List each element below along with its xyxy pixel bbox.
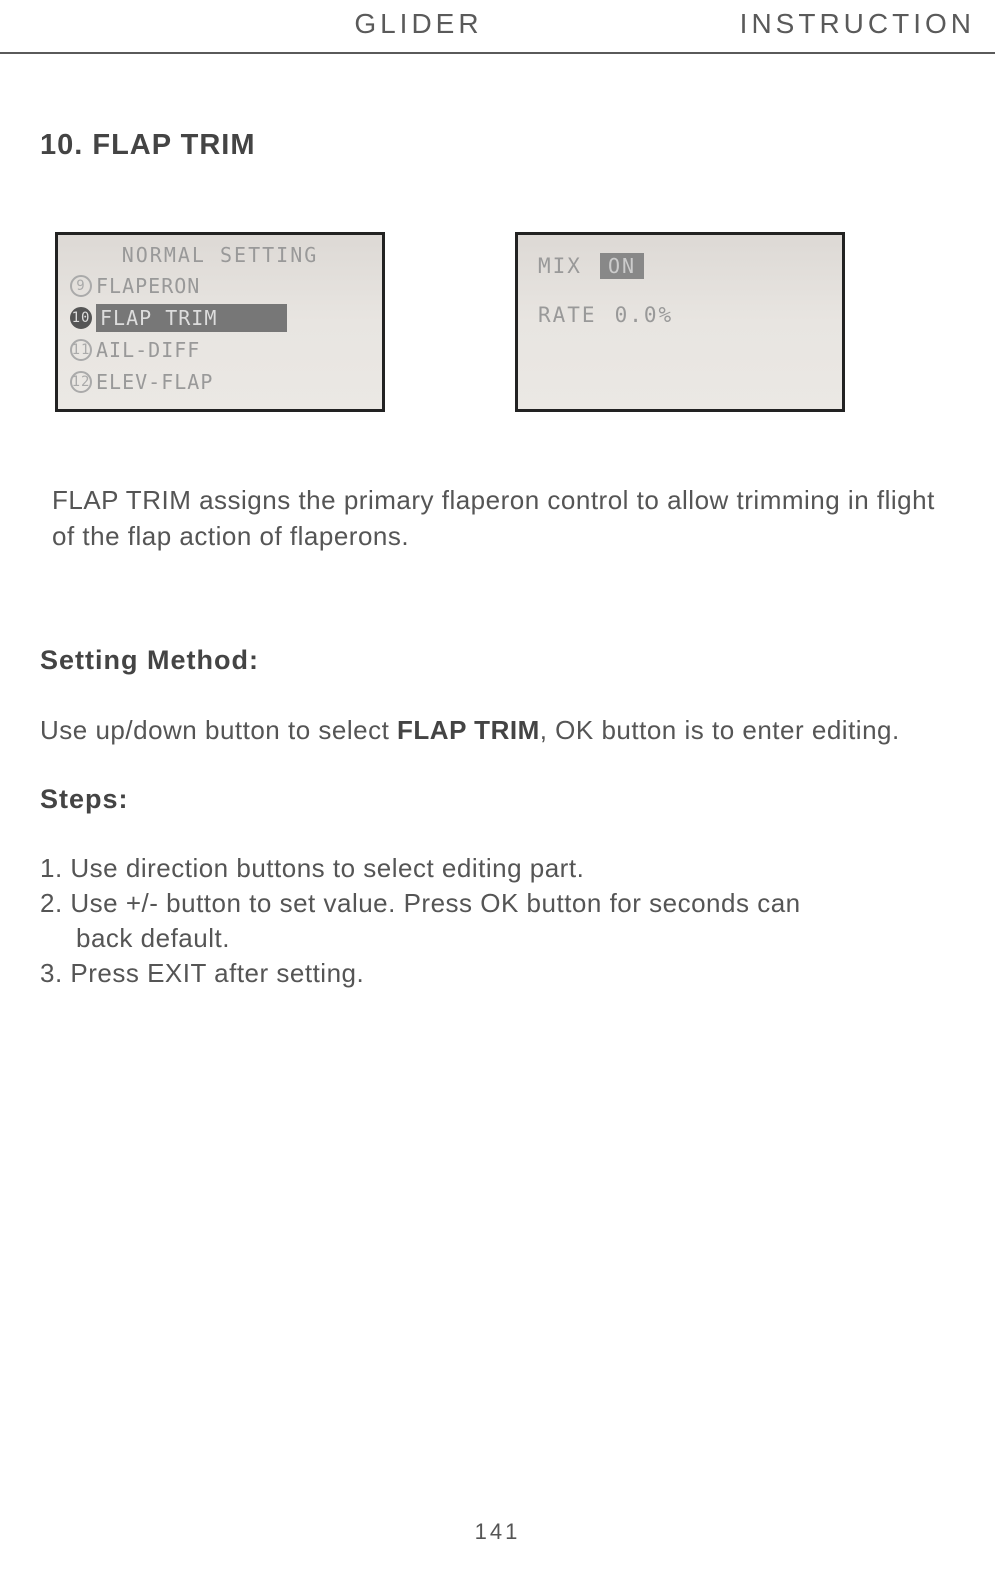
page-header: GLIDER INSTRUCTION: [0, 0, 995, 54]
page-number: 141: [0, 1519, 995, 1545]
menu-num-icon: 12: [70, 371, 92, 393]
rate-row: RATE 0.0%: [538, 303, 822, 327]
step-2-line2: back default.: [40, 921, 955, 956]
lcd-screenshots: NORMAL SETTING 9 FLAPERON 10 FLAP TRIM 1…: [40, 232, 955, 412]
step-2-line1: 2. Use +/- button to set value. Press OK…: [40, 886, 955, 921]
text-suffix: , OK button is to enter editing.: [540, 715, 900, 745]
menu-item-ail-diff: 11 AIL-DIFF: [70, 335, 370, 365]
mix-label: MIX: [538, 254, 582, 278]
menu-item-elev-flap: 12 ELEV-FLAP: [70, 367, 370, 397]
text-bold: FLAP TRIM: [397, 715, 540, 745]
menu-label: ELEV-FLAP: [96, 370, 213, 394]
menu-label: FLAP TRIM: [96, 304, 287, 332]
description-text: FLAP TRIM assigns the primary flaperon c…: [40, 482, 955, 555]
menu-item-flaperon: 9 FLAPERON: [70, 271, 370, 301]
step-1: 1. Use direction buttons to select editi…: [40, 851, 955, 886]
mix-row: MIX ON: [538, 253, 822, 279]
setting-method-text: Use up/down button to select FLAP TRIM, …: [40, 712, 955, 748]
lcd-menu-title: NORMAL SETTING: [70, 243, 370, 267]
rate-label: RATE: [538, 303, 597, 327]
section-title: 10. FLAP TRIM: [40, 129, 955, 162]
steps-title: Steps:: [40, 784, 955, 815]
rate-value: 0.0%: [615, 303, 674, 327]
menu-num-icon: 11: [70, 339, 92, 361]
header-category: GLIDER: [0, 8, 483, 40]
mix-value-badge: ON: [600, 253, 644, 279]
setting-method-title: Setting Method:: [40, 645, 955, 676]
step-3: 3. Press EXIT after setting.: [40, 956, 955, 991]
menu-num-icon: 10: [70, 307, 92, 329]
menu-item-flap-trim: 10 FLAP TRIM: [70, 303, 370, 333]
menu-label: AIL-DIFF: [96, 338, 200, 362]
lcd-screen-settings: MIX ON RATE 0.0%: [515, 232, 845, 412]
header-type: INSTRUCTION: [483, 8, 995, 40]
menu-label: FLAPERON: [96, 274, 200, 298]
page-content: 10. FLAP TRIM NORMAL SETTING 9 FLAPERON …: [0, 54, 995, 992]
menu-num-icon: 9: [70, 275, 92, 297]
text-prefix: Use up/down button to select: [40, 715, 397, 745]
steps-list: 1. Use direction buttons to select editi…: [40, 851, 955, 991]
lcd-screen-menu: NORMAL SETTING 9 FLAPERON 10 FLAP TRIM 1…: [55, 232, 385, 412]
